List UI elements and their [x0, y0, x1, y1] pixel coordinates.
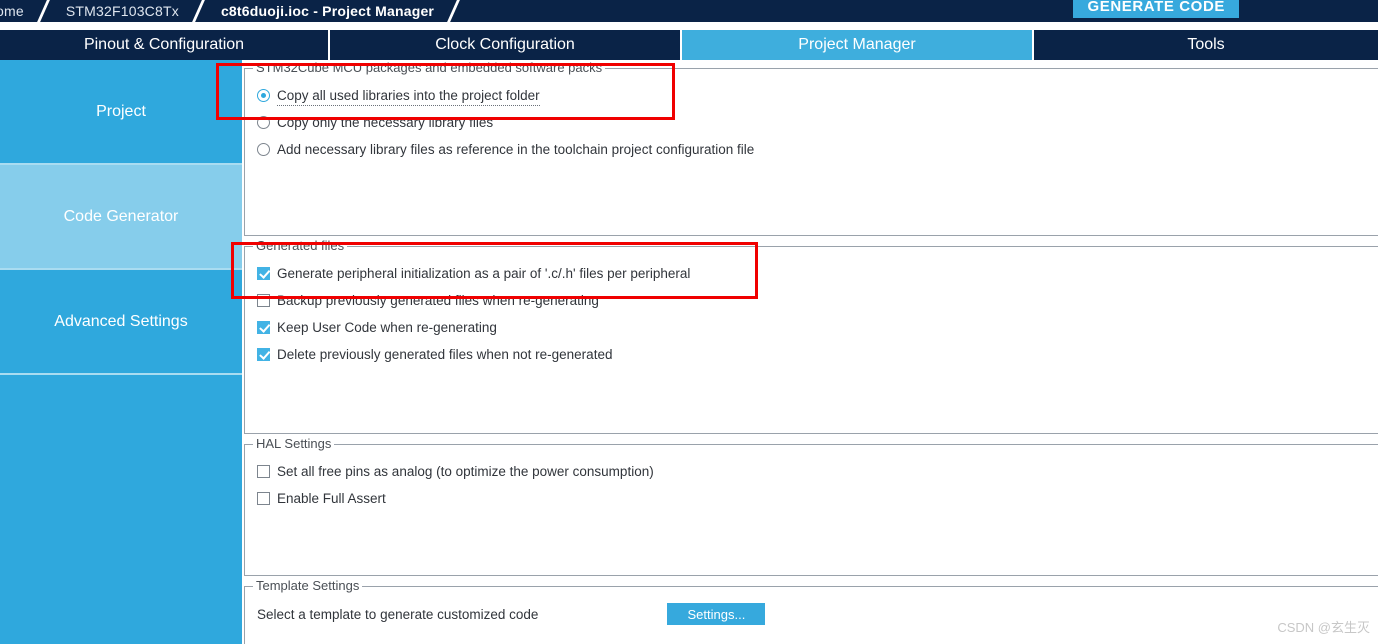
breadcrumb: ome STM32F103C8Tx c8t6duoji.ioc - Projec… [0, 0, 468, 22]
tab-tools[interactable]: Tools [1034, 30, 1378, 60]
option-row[interactable]: Enable Full Assert [257, 486, 1378, 510]
chevron-right-icon [32, 0, 58, 22]
group-mcu-packages-body: Copy all used libraries into the project… [245, 69, 1378, 161]
breadcrumb-bar: ome STM32F103C8Tx c8t6duoji.ioc - Projec… [0, 0, 1378, 22]
option-row[interactable]: Copy only the necessary library files [257, 110, 1378, 134]
breadcrumb-item-mcu[interactable]: STM32F103C8Tx [58, 0, 187, 22]
breadcrumb-item-home[interactable]: ome [0, 0, 32, 22]
checkbox-generate-peripheral-init[interactable] [257, 266, 270, 280]
checkbox-set-free-pins-analog[interactable] [257, 464, 270, 478]
checkbox-delete-previously-generated[interactable] [257, 347, 270, 361]
radio-add-as-reference[interactable] [257, 142, 270, 156]
tab-clock-configuration[interactable]: Clock Configuration [330, 30, 682, 60]
group-generated-files-title: Generated files [253, 238, 348, 253]
radio-add-as-reference-label: Add necessary library files as reference… [277, 141, 755, 157]
group-template-settings-title: Template Settings [253, 578, 363, 593]
generate-code-button[interactable]: GENERATE CODE [1073, 0, 1239, 18]
chevron-right-icon [187, 0, 213, 22]
radio-copy-necessary-files[interactable] [257, 115, 270, 129]
sidebar-filler [0, 375, 242, 642]
stm32cubemx-window: ome STM32F103C8Tx c8t6duoji.ioc - Projec… [0, 0, 1378, 644]
group-template-settings: Template Settings Select a template to g… [244, 578, 1378, 644]
tab-pinout-configuration[interactable]: Pinout & Configuration [0, 30, 330, 60]
top-gap-divider [0, 22, 1378, 30]
checkbox-enable-full-assert[interactable] [257, 491, 270, 505]
group-mcu-packages-title: STM32Cube MCU packages and embedded soft… [253, 60, 606, 75]
sidebar-item-project[interactable]: Project [0, 60, 242, 165]
option-row[interactable]: Delete previously generated files when n… [257, 342, 1378, 366]
group-hal-settings: HAL Settings Set all free pins as analog… [244, 436, 1378, 576]
radio-copy-necessary-files-label: Copy only the necessary library files [277, 114, 494, 130]
group-template-settings-body: Select a template to generate customized… [245, 587, 1378, 625]
csdn-watermark: CSDN @玄生灭 [1277, 620, 1370, 635]
option-row[interactable]: Copy all used libraries into the project… [257, 83, 1378, 107]
tab-project-manager[interactable]: Project Manager [682, 30, 1034, 60]
group-mcu-packages: STM32Cube MCU packages and embedded soft… [244, 60, 1378, 236]
group-generated-files: Generated files Generate peripheral init… [244, 238, 1378, 434]
checkbox-generate-peripheral-init-label: Generate peripheral initialization as a … [277, 265, 691, 281]
checkbox-enable-full-assert-label: Enable Full Assert [277, 490, 386, 506]
checkbox-keep-user-code-label: Keep User Code when re-generating [277, 319, 497, 335]
checkbox-set-free-pins-analog-label: Set all free pins as analog (to optimize… [277, 463, 654, 479]
checkbox-backup-previously-generated-label: Backup previously generated files when r… [277, 292, 599, 308]
main-tab-bar: Pinout & Configuration Clock Configurati… [0, 30, 1378, 60]
checkbox-delete-previously-generated-label: Delete previously generated files when n… [277, 346, 613, 362]
checkbox-keep-user-code[interactable] [257, 320, 270, 334]
option-row[interactable]: Add necessary library files as reference… [257, 137, 1378, 161]
code-generator-panel: STM32Cube MCU packages and embedded soft… [242, 60, 1378, 644]
body-area: Project Code Generator Advanced Settings… [0, 60, 1378, 644]
template-settings-button[interactable]: Settings... [667, 603, 766, 625]
checkbox-backup-previously-generated[interactable] [257, 293, 270, 307]
group-hal-settings-title: HAL Settings [253, 436, 335, 451]
breadcrumb-item-project[interactable]: c8t6duoji.ioc - Project Manager [213, 0, 442, 22]
radio-copy-all-libraries-label: Copy all used libraries into the project… [277, 87, 540, 106]
group-hal-settings-body: Set all free pins as analog (to optimize… [245, 445, 1378, 510]
template-description: Select a template to generate customized… [257, 606, 539, 622]
project-manager-sidebar: Project Code Generator Advanced Settings [0, 60, 242, 644]
sidebar-item-advanced-settings[interactable]: Advanced Settings [0, 270, 242, 375]
option-row[interactable]: Generate peripheral initialization as a … [257, 261, 1378, 285]
group-generated-files-body: Generate peripheral initialization as a … [245, 247, 1378, 366]
option-row[interactable]: Keep User Code when re-generating [257, 315, 1378, 339]
sidebar-item-code-generator[interactable]: Code Generator [0, 165, 242, 270]
option-row[interactable]: Set all free pins as analog (to optimize… [257, 459, 1378, 483]
option-row[interactable]: Backup previously generated files when r… [257, 288, 1378, 312]
chevron-right-icon [442, 0, 468, 22]
radio-copy-all-libraries[interactable] [257, 88, 270, 102]
